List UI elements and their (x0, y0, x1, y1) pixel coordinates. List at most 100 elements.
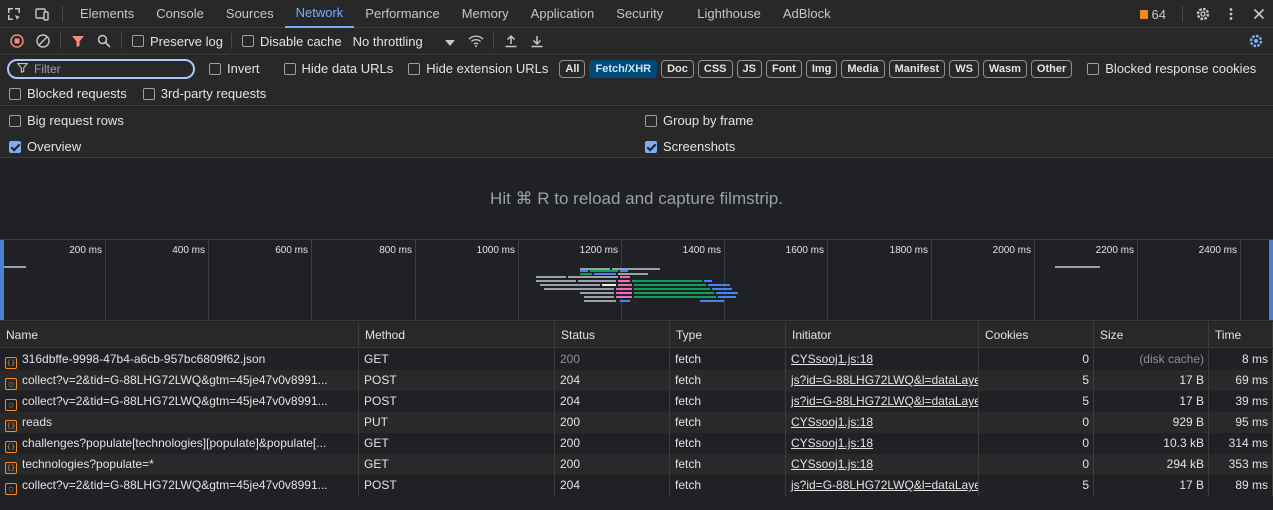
checkbox-box[interactable] (9, 114, 21, 127)
overview-request-bar (544, 288, 614, 290)
table-row[interactable]: ▢ collect?v=2&tid=G-88LHG72LWQ&gtm=45je47… (0, 475, 1273, 496)
checkbox-box[interactable] (9, 140, 21, 153)
filter-funnel-icon[interactable] (65, 28, 91, 54)
search-icon[interactable] (91, 28, 117, 54)
filter-type-css[interactable]: CSS (697, 59, 733, 78)
overview-left-handle[interactable] (0, 240, 4, 320)
checkbox-box[interactable] (645, 140, 657, 153)
column-header-method[interactable]: Method (359, 322, 555, 348)
table-row[interactable]: {} 316dbffe-9998-47b4-a6cb-957bc6809f62.j… (0, 349, 1273, 370)
preserve-log-checkbox[interactable]: Preserve log (132, 34, 223, 49)
clear-icon[interactable] (30, 28, 56, 54)
column-header-initiator[interactable]: Initiator (786, 322, 979, 348)
filter-type-wasm[interactable]: Wasm (982, 59, 1027, 78)
cell-initiator[interactable]: CYSsooj1.js:18 (786, 412, 979, 433)
filter-type-img[interactable]: Img (805, 59, 838, 78)
filter-type-js[interactable]: JS (736, 59, 762, 78)
network-conditions-wifi-icon[interactable] (463, 28, 489, 54)
checkbox-box[interactable] (142, 87, 155, 100)
table-row[interactable]: {} challenges?populate[technologies][popu… (0, 433, 1273, 454)
checkbox-box[interactable] (132, 35, 144, 47)
table-row[interactable]: ▢ collect?v=2&tid=G-88LHG72LWQ&gtm=45je47… (0, 391, 1273, 412)
cell-name[interactable]: ▢ collect?v=2&tid=G-88LHG72LWQ&gtm=45je47… (0, 391, 359, 412)
checkbox-box[interactable] (209, 62, 221, 75)
device-toolbar-icon[interactable] (28, 0, 56, 28)
filter-type-font[interactable]: Font (765, 59, 802, 78)
column-header-status[interactable]: Status (555, 322, 670, 348)
cell-initiator[interactable]: CYSsooj1.js:18 (786, 433, 979, 454)
cell-name[interactable]: ▢ collect?v=2&tid=G-88LHG72LWQ&gtm=45je47… (0, 475, 359, 496)
overview-request-bar (584, 296, 614, 298)
dropdown-arrow-icon (444, 34, 455, 49)
tab-console[interactable]: Console (145, 0, 215, 28)
invert-checkbox[interactable]: Invert (209, 61, 260, 76)
filter-type-fetch-xhr[interactable]: Fetch/XHR (589, 59, 658, 78)
cell-name[interactable]: {} 316dbffe-9998-47b4-a6cb-957bc6809f62.j… (0, 349, 359, 370)
inspect-element-icon[interactable] (0, 0, 28, 28)
cell-name[interactable]: {} reads (0, 412, 359, 433)
column-header-size[interactable]: Size (1094, 322, 1209, 348)
issues-counter[interactable]: 64 (1130, 7, 1176, 22)
filter-type-doc[interactable]: Doc (661, 59, 694, 78)
network-settings-gear-icon[interactable] (1243, 28, 1269, 54)
filter-input[interactable]: Filter (7, 58, 195, 79)
checkbox-box[interactable] (1087, 62, 1100, 75)
close-devtools-icon[interactable] (1245, 0, 1273, 28)
overview-checkbox[interactable]: Overview (9, 139, 81, 154)
column-header-cookies[interactable]: Cookies (979, 322, 1094, 348)
cell-initiator[interactable]: js?id=G-88LHG72LWQ&l=dataLayer (786, 370, 979, 391)
filter-type-media[interactable]: Media (841, 59, 885, 78)
cell-initiator[interactable]: js?id=G-88LHG72LWQ&l=dataLayer (786, 475, 979, 496)
big-request-rows-checkbox[interactable]: Big request rows (9, 113, 124, 128)
filter-type-other[interactable]: Other (1030, 59, 1073, 78)
table-row[interactable]: {} reads PUT 200 fetch CYSsooj1.js:18 0 929 B 95… (0, 412, 1273, 433)
overview-right-handle[interactable] (1269, 240, 1273, 320)
cell-name[interactable]: {} technologies?populate=* (0, 454, 359, 475)
import-har-upload-icon[interactable] (498, 28, 524, 54)
third-party-requests-checkbox[interactable]: 3rd-party requests (142, 86, 266, 101)
hide-data-urls-checkbox[interactable]: Hide data URLs (283, 61, 393, 76)
tab-elements[interactable]: Elements (69, 0, 145, 28)
cell-initiator[interactable]: CYSsooj1.js:18 (786, 349, 979, 370)
overview-request-bar (716, 292, 738, 294)
cell-initiator[interactable]: js?id=G-88LHG72LWQ&l=dataLayer (786, 391, 979, 412)
table-row[interactable]: {} technologies?populate=* GET 200 fetch CYSs… (0, 454, 1273, 475)
tab-sources[interactable]: Sources (215, 0, 285, 28)
column-header-name[interactable]: Name (0, 322, 359, 348)
tab-security[interactable]: Security (605, 0, 674, 28)
column-header-time[interactable]: Time (1209, 322, 1273, 348)
table-row[interactable]: ▢ collect?v=2&tid=G-88LHG72LWQ&gtm=45je47… (0, 370, 1273, 391)
cell-method: GET (359, 433, 555, 454)
checkbox-box[interactable] (241, 35, 254, 47)
filter-type-manifest[interactable]: Manifest (888, 59, 946, 78)
hide-extension-urls-checkbox[interactable]: Hide extension URLs (408, 61, 548, 76)
blocked-response-cookies-checkbox[interactable]: Blocked response cookies (1087, 61, 1256, 76)
settings-gear-icon[interactable] (1189, 0, 1217, 28)
disable-cache-checkbox[interactable]: Disable cache (241, 34, 342, 49)
record-stop-icon[interactable] (4, 28, 30, 54)
tab-adblock[interactable]: AdBlock (772, 0, 842, 28)
tab-lighthouse[interactable]: Lighthouse (686, 0, 772, 28)
column-header-type[interactable]: Type (670, 322, 786, 348)
tab-network[interactable]: Network (284, 0, 355, 28)
export-har-download-icon[interactable] (524, 28, 550, 54)
cell-initiator[interactable]: CYSsooj1.js:18 (786, 454, 979, 475)
checkbox-box[interactable] (408, 62, 421, 75)
cell-type: fetch (670, 391, 786, 412)
blocked-requests-checkbox[interactable]: Blocked requests (9, 86, 127, 101)
throttling-select[interactable]: No throttling (353, 34, 455, 49)
checkbox-box[interactable] (645, 114, 657, 127)
more-options-icon[interactable] (1217, 0, 1245, 28)
screenshots-checkbox[interactable]: Screenshots (645, 139, 735, 154)
tab-performance[interactable]: Performance (354, 0, 450, 28)
cell-name[interactable]: ▢ collect?v=2&tid=G-88LHG72LWQ&gtm=45je47… (0, 370, 359, 391)
group-by-frame-checkbox[interactable]: Group by frame (645, 113, 753, 128)
checkbox-box[interactable] (283, 62, 296, 75)
network-overview-timeline[interactable]: 200 ms 400 ms 600 ms 800 ms 1000 ms 1200 ms 14… (0, 240, 1273, 321)
checkbox-box[interactable] (9, 87, 21, 100)
cell-name[interactable]: {} challenges?populate[technologies][popu… (0, 433, 359, 454)
filter-type-all[interactable]: All (559, 59, 586, 78)
filter-type-ws[interactable]: WS (949, 59, 979, 78)
tab-memory[interactable]: Memory (451, 0, 520, 28)
tab-application[interactable]: Application (520, 0, 606, 28)
